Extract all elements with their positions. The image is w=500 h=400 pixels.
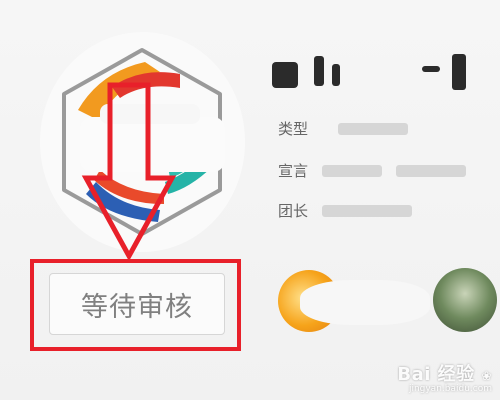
group-type-row: 类型 [278, 118, 409, 139]
watermark-site: jingyan.baidu.com [408, 384, 492, 394]
member-avatar[interactable] [433, 268, 497, 332]
group-page: 等待审核 类型 宣言 团长 Bai 经验 ❀ jingyan.baidu.com [0, 0, 500, 400]
baidu-jingyan-watermark: Bai 经验 ❀ jingyan.baidu.com [397, 360, 492, 394]
pending-review-button[interactable]: 等待审核 [49, 273, 225, 335]
group-title [272, 42, 487, 92]
watermark-brand: Bai 经验 [397, 364, 475, 385]
obscured-members [300, 280, 430, 325]
group-slogan-row: 宣言 [278, 160, 467, 181]
group-slogan-label: 宣言 [278, 162, 309, 180]
group-type-label: 类型 [278, 120, 309, 138]
paw-icon: ❀ [481, 369, 492, 383]
group-leader-row: 团长 [278, 200, 413, 221]
group-avatar[interactable] [40, 32, 245, 252]
group-avatar-icon [62, 48, 225, 236]
group-leader-label: 团长 [278, 202, 309, 220]
